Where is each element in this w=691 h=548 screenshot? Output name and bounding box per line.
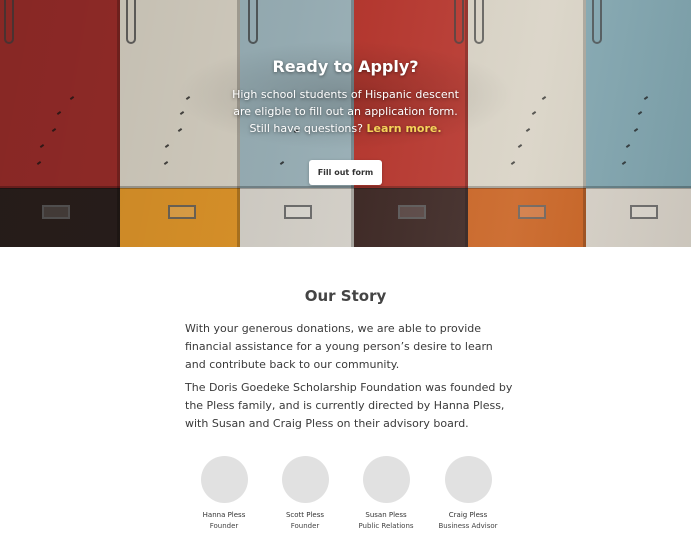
member-name: Susan Pless [365,511,407,519]
hero-description: High school students of Hispanic descent… [225,86,466,137]
team-member-card: Scott Pless Founder [260,456,350,532]
avatar [281,456,329,503]
member-role: Business Advisor [438,522,498,530]
story-paragraph: The Doris Goedeke Scholarship Foundation… [185,381,513,430]
member-name: Scott Pless [285,511,325,519]
avatar [200,456,248,503]
member-role: Public Relations [358,522,414,530]
member-name: Hanna Pless [202,511,246,519]
member-name: Craig Pless [448,511,488,519]
member-role: Founder [290,522,320,530]
hero-banner: Ready to Apply? High school students of … [0,0,691,247]
story-paragraph: With your generous donations, we are abl… [185,322,493,371]
avatar [362,456,410,503]
team-member-card: Craig Pless Business Advisor [423,456,513,532]
learn-more-link[interactable]: Learn more. [366,122,441,135]
hero-title: Ready to Apply? [272,57,419,76]
team-member-card: Susan Pless Public Relations [341,456,431,532]
team-member-card: Hanna Pless Founder [179,456,269,532]
fill-out-form-button[interactable]: Fill out form [309,160,382,185]
member-role: Founder [209,522,239,530]
story-title: Our Story [304,287,387,305]
avatar [444,456,492,503]
